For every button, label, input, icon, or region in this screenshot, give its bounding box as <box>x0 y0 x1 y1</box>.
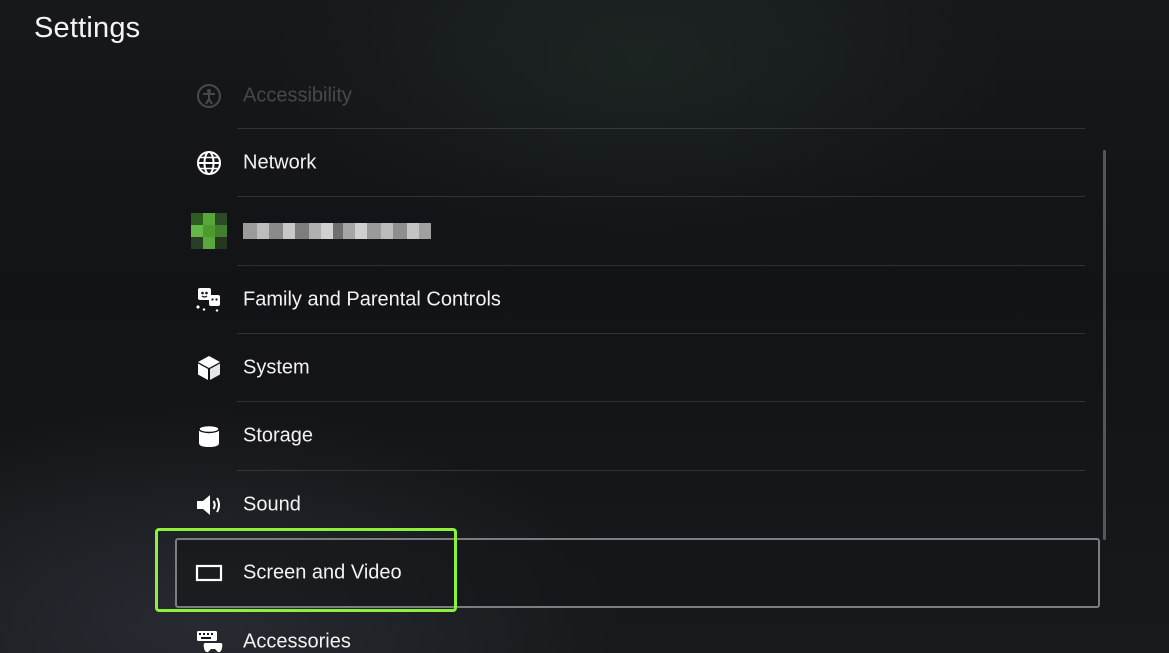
storage-icon <box>195 422 223 450</box>
menu-item-storage[interactable]: Storage <box>175 402 1085 470</box>
menu-item-label: Storage <box>243 424 314 447</box>
screen-icon <box>195 559 223 587</box>
menu-item-family-parental-controls[interactable]: Family and Parental Controls <box>175 266 1085 334</box>
family-icon <box>195 286 223 314</box>
globe-icon <box>195 149 223 177</box>
menu-item-label: Accessibility <box>243 84 352 107</box>
menu-item-accessories[interactable]: Accessories <box>175 608 1085 653</box>
menu-item-sound[interactable]: Sound <box>175 471 1085 539</box>
page-title: Settings <box>34 12 141 44</box>
menu-item-label: Network <box>243 151 317 174</box>
menu-item-user-account[interactable] <box>175 197 1085 265</box>
menu-item-label: Family and Parental Controls <box>243 288 501 311</box>
controller-keyboard-icon <box>195 628 223 653</box>
menu-item-label: System <box>243 356 310 379</box>
settings-screen: Settings Accessibility Network Family an… <box>0 0 1169 653</box>
speaker-icon <box>195 491 223 519</box>
cube-icon <box>195 354 223 382</box>
menu-item-accessibility[interactable]: Accessibility <box>175 62 1085 130</box>
accessibility-icon <box>195 82 223 110</box>
menu-item-label: Accessories <box>243 630 351 653</box>
scrollbar[interactable] <box>1103 150 1106 540</box>
obscured-username <box>243 223 431 239</box>
menu-item-network[interactable]: Network <box>175 129 1085 197</box>
settings-menu-list: Accessibility Network Family and Parenta… <box>175 60 1100 653</box>
menu-item-label: Sound <box>243 493 301 516</box>
menu-item-system[interactable]: System <box>175 334 1085 402</box>
menu-item-screen-and-video[interactable]: Screen and Video <box>175 538 1100 608</box>
user-avatar-icon <box>191 213 227 249</box>
menu-item-label: Screen and Video <box>243 561 402 584</box>
